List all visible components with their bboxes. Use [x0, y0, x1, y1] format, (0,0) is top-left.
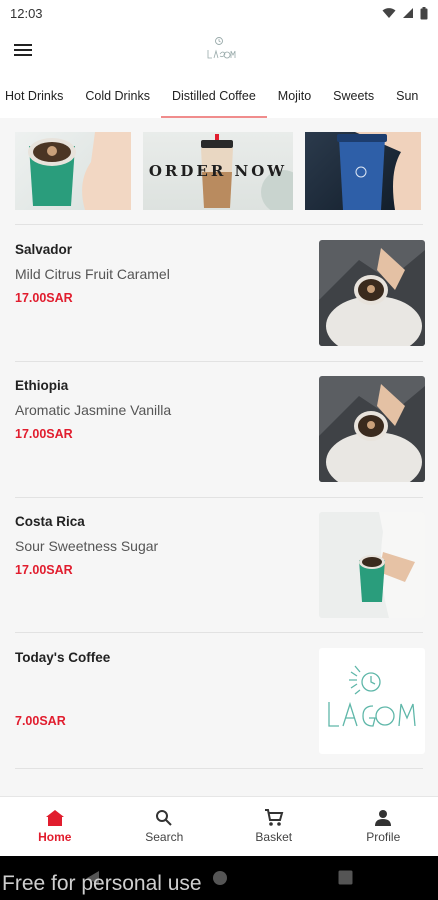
app-bar	[0, 26, 438, 74]
lagom-logo	[328, 665, 416, 727]
blue-cup-image	[337, 132, 421, 210]
divider	[15, 361, 423, 362]
product-description: Mild Citrus Fruit Caramel	[15, 266, 170, 282]
nav-basket[interactable]: Basket	[219, 797, 329, 856]
product-name: Today's Coffee	[15, 650, 111, 665]
watermark-text: Free for personal use	[2, 872, 202, 895]
tab-cold-drinks[interactable]: Cold Drinks	[74, 74, 161, 118]
category-tabs: Hot Drinks Cold Drinks Distilled Coffee …	[0, 74, 438, 118]
home-nav-icon[interactable]	[212, 870, 228, 886]
nav-search-label: Search	[145, 830, 184, 844]
banner-blue-cup[interactable]	[305, 132, 421, 210]
product-image	[319, 376, 425, 482]
nav-home-label: Home	[38, 830, 72, 844]
product-image	[319, 240, 425, 346]
menu-button[interactable]	[0, 26, 46, 74]
status-bar: 12:03	[0, 0, 438, 26]
tab-hot-drinks[interactable]: Hot Drinks	[0, 74, 74, 118]
divider	[15, 497, 423, 498]
product-price: 7.00SAR	[15, 714, 66, 728]
lagom-logo	[207, 37, 236, 59]
product-card[interactable]: Salvador Mild Citrus Fruit Caramel 17.00…	[15, 240, 425, 348]
nav-basket-label: Basket	[255, 830, 293, 844]
status-time: 12:03	[10, 5, 43, 21]
hamburger-icon	[14, 44, 32, 56]
promo-banners: ORDER NOW	[15, 132, 425, 210]
product-image	[319, 512, 425, 618]
product-description: Sour Sweetness Sugar	[15, 538, 159, 554]
tab-sweets[interactable]: Sweets	[322, 74, 385, 118]
product-name: Ethiopia	[15, 378, 69, 393]
tab-sun[interactable]: Sun	[385, 74, 429, 118]
nav-profile[interactable]: Profile	[329, 797, 438, 856]
nav-home[interactable]: Home	[0, 797, 110, 856]
wifi-icon	[382, 8, 396, 18]
product-card[interactable]: Costa Rica Sour Sweetness Sugar 17.00SAR	[15, 512, 425, 620]
cart-icon	[264, 809, 284, 826]
product-description: Aromatic Jasmine Vanilla	[15, 402, 172, 418]
divider	[15, 224, 423, 225]
product-name: Salvador	[15, 242, 73, 257]
order-now-text: ORDER NOW	[148, 162, 288, 180]
banner-green-cup[interactable]	[15, 132, 131, 210]
green-cup-image	[28, 132, 131, 210]
product-price: 17.00SAR	[15, 563, 73, 577]
tab-mojito[interactable]: Mojito	[267, 74, 322, 118]
divider	[15, 632, 423, 633]
bottom-navigation: Home Search Basket Profile	[0, 796, 438, 856]
search-icon	[156, 810, 172, 826]
tab-distilled-coffee[interactable]: Distilled Coffee	[160, 74, 267, 118]
signal-icon	[403, 8, 413, 18]
recents-icon[interactable]	[338, 870, 353, 885]
product-price: 17.00SAR	[15, 291, 73, 305]
banner-order-now[interactable]: ORDER NOW	[143, 132, 293, 210]
divider	[15, 768, 423, 769]
product-image	[319, 648, 425, 754]
product-price: 17.00SAR	[15, 427, 73, 441]
product-card[interactable]: Today's Coffee 7.00SAR	[15, 648, 425, 756]
home-icon	[45, 810, 64, 826]
nav-search[interactable]: Search	[110, 797, 220, 856]
status-icons	[382, 6, 428, 20]
person-icon	[375, 810, 392, 826]
product-name: Costa Rica	[15, 514, 85, 529]
nav-profile-label: Profile	[366, 830, 401, 844]
battery-icon	[420, 6, 428, 19]
product-card[interactable]: Ethiopia Aromatic Jasmine Vanilla 17.00S…	[15, 376, 425, 484]
